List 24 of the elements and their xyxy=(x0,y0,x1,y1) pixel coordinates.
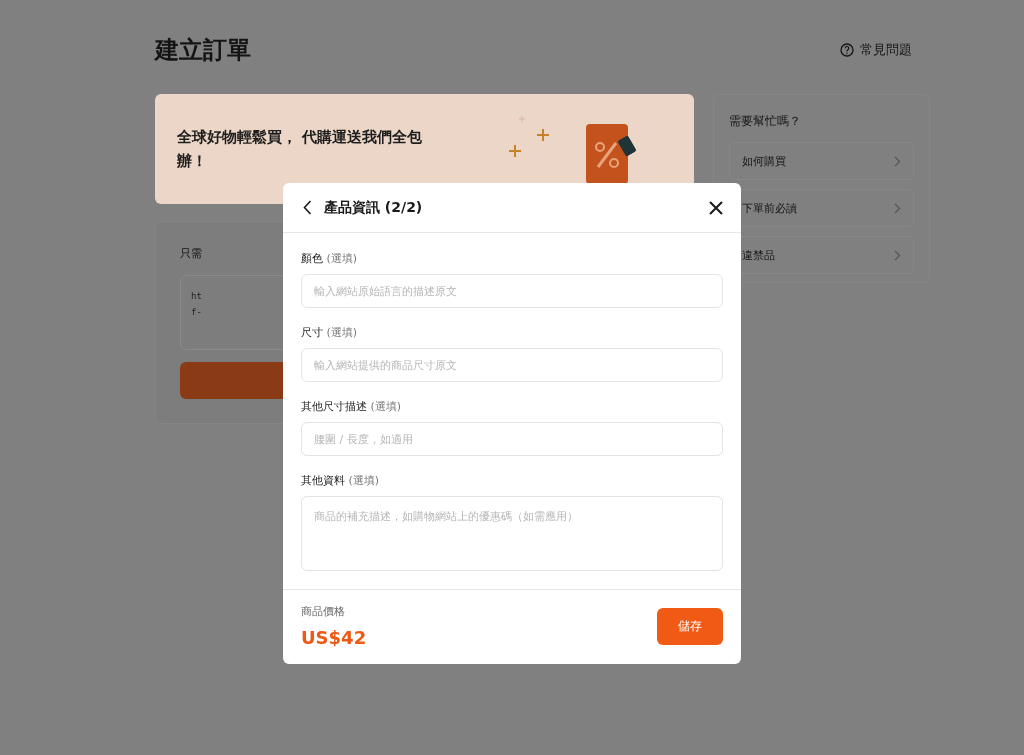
field-label: 尺寸 (選填) xyxy=(301,325,359,340)
chevron-right-icon xyxy=(894,202,901,214)
back-button[interactable] xyxy=(303,200,312,215)
close-button[interactable] xyxy=(709,200,723,215)
banner-text: 全球好物輕鬆買， 代購運送我們全包辦！ xyxy=(177,127,424,172)
input-field[interactable]: 腰圍 / 長度，如適用 xyxy=(301,422,723,456)
field-label: 其他資料 (選填) xyxy=(301,473,381,488)
field-label: 其他尺寸描述 (選填) xyxy=(301,399,403,414)
field-label: 顏色 (選填) xyxy=(301,251,359,266)
notes-field[interactable]: 商品的補充描述，如購物網站上的優惠碼（如需應用） xyxy=(301,496,723,571)
help-item[interactable]: 如何購買 xyxy=(729,142,914,180)
input-field[interactable]: 輸入網站提供的商品尺寸原文 xyxy=(301,348,723,382)
order-label: 只需 xyxy=(180,246,202,261)
help-icon xyxy=(840,43,854,57)
input-field[interactable]: 輸入網站原始語言的描述原文 xyxy=(301,274,723,308)
faq-link[interactable]: 常見問題 xyxy=(840,41,912,59)
page-title: 建立訂單 xyxy=(155,35,251,66)
dialog-title: 產品資訊 (2/2) xyxy=(324,198,424,217)
help-title: 需要幫忙嗎？ xyxy=(729,113,802,130)
price-value: US$42 xyxy=(301,627,367,648)
price-label: 商品價格 xyxy=(301,604,346,619)
save-button[interactable]: 儲存 xyxy=(657,607,723,645)
chevron-right-icon xyxy=(894,155,901,167)
chevron-right-icon xyxy=(894,249,901,261)
